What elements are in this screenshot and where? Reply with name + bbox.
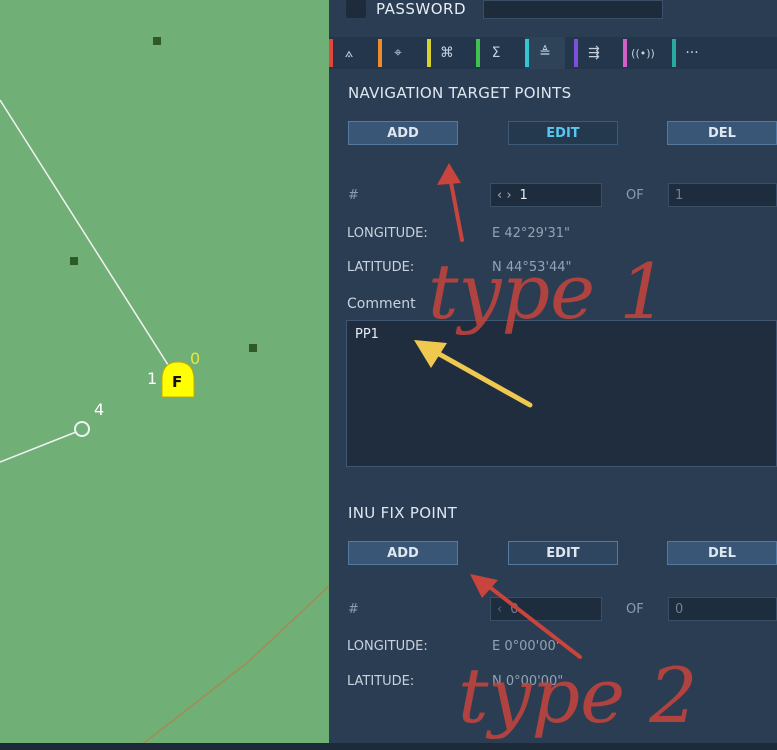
- annotation-arrowhead-red: [437, 163, 461, 185]
- annotation-type2: type 2: [458, 651, 698, 740]
- annotation-arrow-yellow: [429, 347, 533, 408]
- annotation-arrowhead-red: [470, 574, 498, 598]
- annotation-arrow-red: [485, 583, 582, 659]
- annotation-type1: type 1: [428, 247, 668, 336]
- annotation-overlay: type 1 type 2: [414, 163, 698, 740]
